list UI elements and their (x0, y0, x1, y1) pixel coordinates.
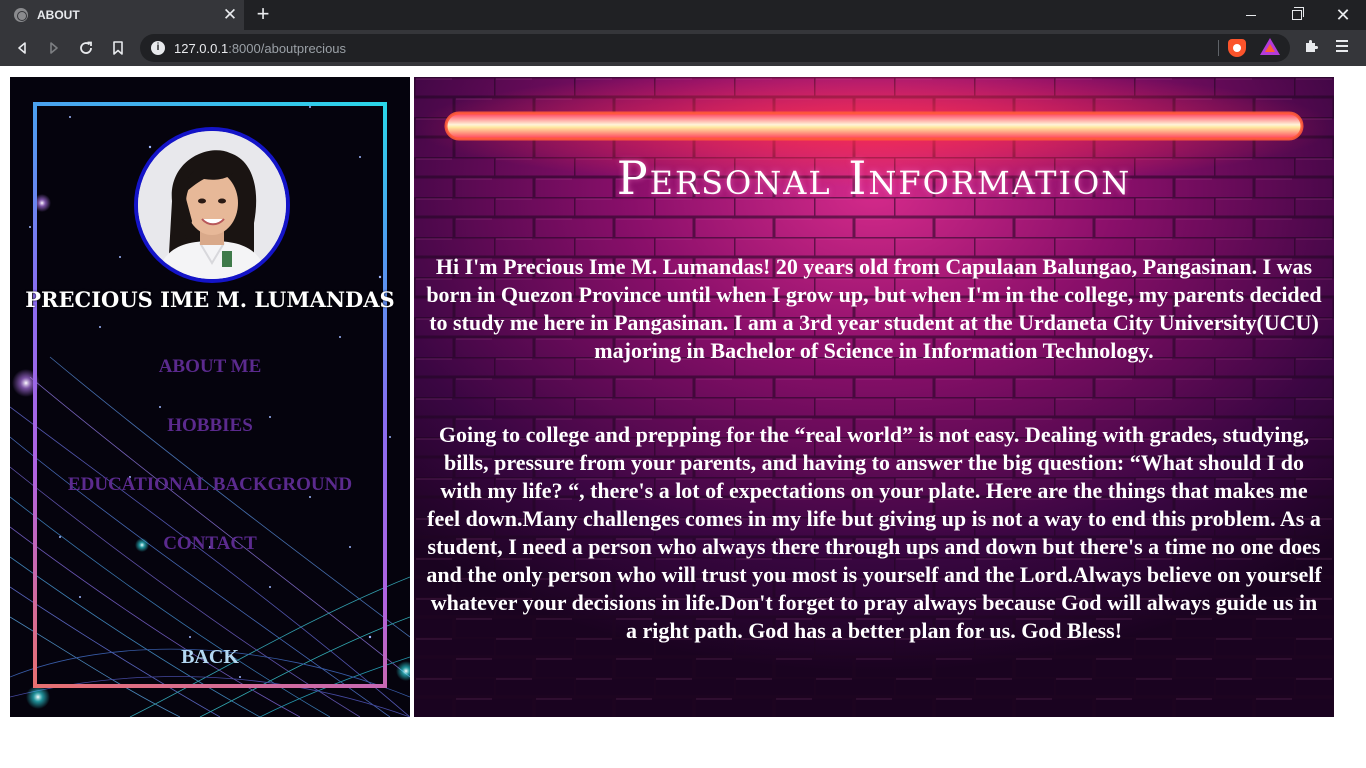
page-title: Personal Information (616, 151, 1132, 205)
tab-close-icon[interactable]: ✕ (219, 6, 241, 24)
reflection-paragraph: Going to college and prepping for the “r… (426, 422, 1322, 643)
bookmark-icon (113, 41, 123, 55)
reload-icon (80, 41, 92, 54)
extensions-icon[interactable] (1302, 38, 1320, 56)
arrow-right-icon (50, 42, 58, 54)
url-text: 127.0.0.1:8000/aboutprecious (174, 40, 347, 56)
avatar (134, 127, 290, 283)
brave-shields-icon[interactable] (1228, 39, 1246, 57)
browser-tab[interactable]: ABOUT ✕ (0, 0, 244, 30)
forward-button[interactable] (42, 36, 66, 60)
main-panel: Personal Information Hi I'm Precious Ime… (414, 77, 1334, 717)
browser-titlebar: ABOUT ✕ + ✕ (0, 0, 1366, 30)
nav-link-educational-background[interactable]: EDUCATIONAL BACKGROUND (10, 474, 410, 496)
back-button[interactable] (10, 36, 34, 60)
globe-icon (14, 8, 28, 22)
tab-title: ABOUT (37, 8, 80, 22)
intro-paragraph: Hi I'm Precious Ime M. Lumandas! 20 year… (426, 254, 1322, 363)
restore-icon (1292, 7, 1304, 20)
nav-link-contact[interactable]: CONTACT (10, 533, 410, 555)
page-content: PRECIOUS IME M. LUMANDAS ABOUT ME HOBBIE… (0, 66, 1366, 768)
window-minimize-button[interactable] (1228, 0, 1274, 30)
window-close-button[interactable]: ✕ (1320, 0, 1366, 30)
nav-link-hobbies[interactable]: HOBBIES (10, 415, 410, 437)
arrow-left-icon (18, 42, 26, 54)
nav-link-about-me[interactable]: ABOUT ME (10, 356, 410, 378)
bookmark-button[interactable] (106, 36, 130, 60)
brave-rewards-icon[interactable] (1260, 38, 1280, 55)
profile-name: PRECIOUS IME M. LUMANDAS (25, 287, 395, 312)
info-icon[interactable]: i (151, 41, 165, 55)
menu-icon[interactable] (1336, 40, 1350, 54)
address-bar[interactable]: i 127.0.0.1:8000/aboutprecious (140, 34, 1290, 62)
back-link[interactable]: BACK (10, 646, 410, 669)
reload-button[interactable] (74, 36, 98, 60)
window-restore-button[interactable] (1274, 0, 1320, 30)
sidebar-panel: PRECIOUS IME M. LUMANDAS ABOUT ME HOBBIE… (10, 77, 410, 717)
minimize-icon (1246, 14, 1256, 16)
divider (1218, 40, 1219, 56)
new-tab-button[interactable]: + (252, 3, 274, 25)
profile-photo (138, 131, 286, 279)
browser-toolbar: i 127.0.0.1:8000/aboutprecious (0, 30, 1366, 66)
